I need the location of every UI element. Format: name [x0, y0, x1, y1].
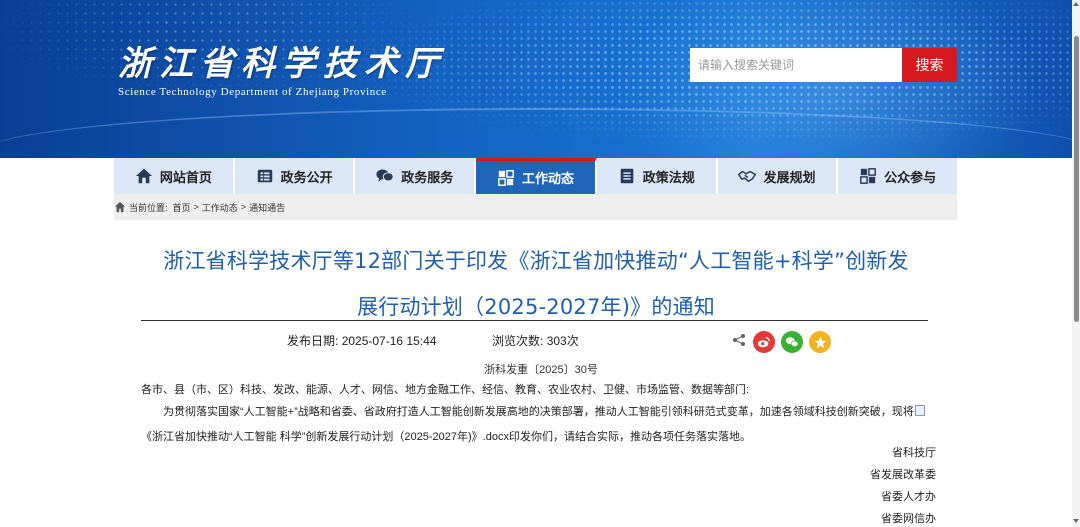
- body-text-part-1: 为贯彻落实国家“人工智能+”战略和省委、省政府打造人工智能创新发展高地的决策部署…: [163, 406, 914, 418]
- handshake-icon: [738, 167, 757, 185]
- nav-item-gov-services[interactable]: 政务服务: [355, 158, 477, 194]
- breadcrumb-notices[interactable]: 通知通告: [249, 201, 285, 214]
- nav-label: 政务公开: [280, 169, 333, 185]
- nav-item-gov-affairs[interactable]: 政务公开: [235, 158, 356, 194]
- view-count: 浏览次数: 303次: [492, 332, 579, 349]
- search-input[interactable]: [690, 48, 902, 82]
- nav-item-home[interactable]: 网站首页: [114, 158, 235, 194]
- favorite-button[interactable]: [809, 331, 831, 353]
- weibo-icon: [757, 337, 770, 348]
- scroll-down-arrow-icon[interactable]: [1073, 519, 1079, 523]
- nav-label: 工作动态: [522, 171, 575, 186]
- weibo-share-button[interactable]: [753, 331, 775, 353]
- article-title: 浙江省科学技术厅等12部门关于印发《浙江省加快推动“人工智能+科学”创新发 展行…: [141, 238, 931, 330]
- site-logo-subtitle: Science Technology Department of Zhejian…: [118, 86, 387, 98]
- dynamic-icon: [497, 169, 515, 187]
- title-divider: [141, 320, 928, 321]
- nav-label: 政策法规: [642, 169, 695, 185]
- scrollbar-thumb[interactable]: [1074, 36, 1079, 322]
- recipients: 各市、县（市、区）科技、发改、能源、人才、网信、地方金融工作、经信、教育、农业农…: [141, 384, 750, 396]
- signer: 省科技厅: [892, 447, 936, 459]
- signer: 省发展改革委: [870, 469, 936, 481]
- star-icon: [814, 336, 826, 348]
- docx-file-icon: [914, 405, 925, 416]
- scroll-up-arrow-icon[interactable]: [1073, 2, 1079, 6]
- chat-icon: [376, 167, 394, 185]
- breadcrumb-home[interactable]: 首页: [173, 201, 191, 214]
- article-title-line-1: 浙江省科学技术厅等12部门关于印发《浙江省加快推动“人工智能+科学”创新发: [163, 249, 909, 273]
- view-count-value: 303次: [546, 334, 579, 348]
- nav-label: 网站首页: [159, 169, 212, 185]
- article-body: 为贯彻落实国家“人工智能+”战略和省委、省政府打造人工智能创新发展高地的决策部署…: [141, 400, 931, 450]
- view-count-label: 浏览次数:: [492, 334, 544, 348]
- search-button[interactable]: 搜索: [902, 48, 957, 82]
- issuing-departments: 省科技厅 省发展改革委 省委人才办 省委网信办: [870, 442, 936, 527]
- share-icon[interactable]: [732, 333, 746, 347]
- breadcrumb-work-updates[interactable]: 工作动态: [202, 201, 238, 214]
- breadcrumb: 当前位置: 首页 > 工作动态 > 通知通告: [114, 194, 957, 220]
- site-logo-title[interactable]: 浙江省科学技术厅: [118, 36, 446, 85]
- document-icon: [618, 167, 636, 185]
- signer: 省委人才办: [881, 491, 936, 503]
- main-nav: 网站首页 政务公开 政务服务 工作动态 政策法规 发展规划 公众参与: [114, 158, 957, 194]
- article-title-line-2: 展行动计划（2025-2027年)》的通知: [357, 295, 715, 319]
- attachment-link[interactable]: 《浙江省加快推动“人工智能 科学”创新发展行动计划（2025-2027年)》.d…: [141, 431, 509, 443]
- nav-item-development-plans[interactable]: 发展规划: [718, 158, 839, 194]
- body-text-part-2: 印发你们，请结合实际，推动各项任务落实落地。: [508, 431, 751, 443]
- location-home-icon: [114, 201, 126, 213]
- nav-item-public-participation[interactable]: 公众参与: [838, 158, 957, 194]
- signer: 省委网信办: [881, 513, 936, 525]
- nav-item-work-updates[interactable]: 工作动态: [476, 158, 597, 194]
- publish-date: 发布日期: 2025-07-16 15:44: [287, 332, 436, 349]
- document-number: 浙科发重〔2025〕30号: [484, 364, 598, 376]
- publish-date-value: 2025-07-16 15:44: [341, 334, 437, 348]
- site-banner: 浙江省科学技术厅 Science Technology Department o…: [0, 0, 1072, 158]
- nav-item-policies[interactable]: 政策法规: [597, 158, 718, 194]
- list-icon: [256, 167, 274, 185]
- wechat-share-button[interactable]: [781, 331, 803, 353]
- publish-date-label: 发布日期:: [287, 334, 339, 348]
- nav-label: 发展规划: [763, 169, 816, 185]
- breadcrumb-separator: >: [240, 202, 247, 212]
- breadcrumb-separator: >: [193, 202, 199, 212]
- participation-icon: [859, 167, 877, 185]
- nav-label: 政务服务: [401, 169, 454, 185]
- wechat-icon: [785, 337, 799, 347]
- nav-label: 公众参与: [884, 169, 937, 185]
- breadcrumb-prefix: 当前位置:: [129, 202, 168, 213]
- home-icon: [135, 167, 153, 185]
